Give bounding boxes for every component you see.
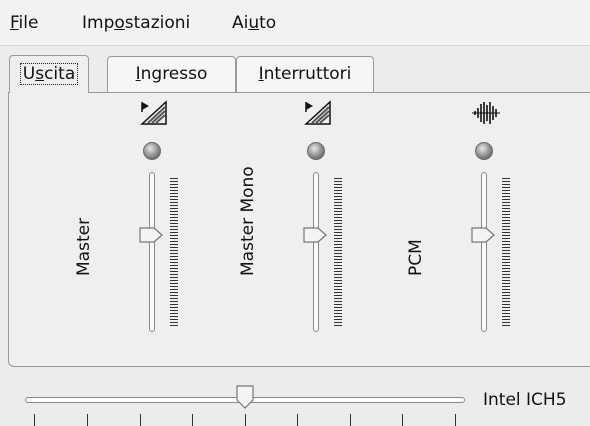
tab-uscita-mnemonic: s bbox=[35, 64, 45, 84]
volume-slider-track[interactable] bbox=[149, 172, 155, 332]
mute-led[interactable] bbox=[307, 142, 325, 160]
menu-bar: File Impostazioni Aiuto bbox=[0, 0, 590, 46]
menu-impostazioni-label-pre: Imp bbox=[82, 13, 115, 33]
master-volume-handle[interactable] bbox=[235, 384, 255, 410]
tab-focus-ring: Uscita bbox=[19, 63, 79, 85]
menu-file-mnemonic: F bbox=[10, 13, 19, 33]
slider-tick bbox=[297, 414, 298, 426]
menu-file[interactable]: File bbox=[10, 13, 38, 33]
volume-level-ticks bbox=[170, 178, 178, 328]
slider-tick bbox=[140, 414, 141, 426]
channel-master: Master bbox=[74, 100, 228, 350]
menu-file-label-post: ile bbox=[18, 13, 39, 33]
slider-tick bbox=[350, 414, 351, 426]
volume-level-ticks bbox=[502, 178, 510, 328]
mute-led[interactable] bbox=[475, 142, 493, 160]
slider-tick bbox=[245, 414, 246, 426]
slider-tick bbox=[34, 414, 35, 426]
tab-interruttori-label-post: nterruttori bbox=[263, 64, 352, 84]
tab-ingresso[interactable]: Ingresso bbox=[107, 56, 236, 93]
slider-tick bbox=[402, 414, 403, 426]
channel-master-mono: Master Mono bbox=[238, 100, 392, 350]
menu-aiuto-label-pre: Ai bbox=[232, 13, 249, 33]
tab-interruttori[interactable]: Interruttori bbox=[236, 56, 374, 93]
menu-aiuto-mnemonic: u bbox=[248, 13, 260, 33]
channel-label: Master Mono bbox=[238, 166, 258, 276]
volume-slider-track[interactable] bbox=[481, 172, 487, 332]
waveform-icon[interactable] bbox=[472, 100, 500, 126]
volume-ramp-icon[interactable] bbox=[304, 100, 332, 126]
channel-pcm: PCM bbox=[406, 100, 560, 350]
channel-label: Master bbox=[74, 217, 94, 276]
mute-led[interactable] bbox=[143, 142, 161, 160]
menu-impostazioni[interactable]: Impostazioni bbox=[82, 13, 190, 33]
volume-ramp-icon[interactable] bbox=[140, 100, 168, 126]
volume-level-ticks bbox=[334, 178, 342, 328]
menu-impostazioni-mnemonic: o bbox=[114, 13, 125, 33]
volume-slider-handle[interactable] bbox=[470, 226, 496, 244]
volume-slider-handle[interactable] bbox=[138, 226, 164, 244]
volume-slider-handle[interactable] bbox=[302, 226, 328, 244]
volume-slider-track[interactable] bbox=[313, 172, 319, 332]
tab-uscita-label-pre: U bbox=[22, 64, 36, 84]
tab-ingresso-label-post: ngresso bbox=[140, 64, 208, 84]
menu-aiuto-label-post: to bbox=[259, 13, 277, 33]
menu-impostazioni-label-post: stazioni bbox=[124, 13, 191, 33]
menu-aiuto[interactable]: Aiuto bbox=[232, 13, 276, 33]
tab-uscita[interactable]: Uscita bbox=[9, 55, 89, 93]
channel-label: PCM bbox=[406, 239, 426, 276]
slider-tick bbox=[87, 414, 88, 426]
slider-tick bbox=[192, 414, 193, 426]
device-label: Intel ICH5 bbox=[483, 390, 567, 410]
slider-tick bbox=[455, 414, 456, 426]
master-balance-area: Intel ICH5 bbox=[0, 368, 590, 426]
tab-uscita-label-post: cita bbox=[44, 64, 76, 84]
